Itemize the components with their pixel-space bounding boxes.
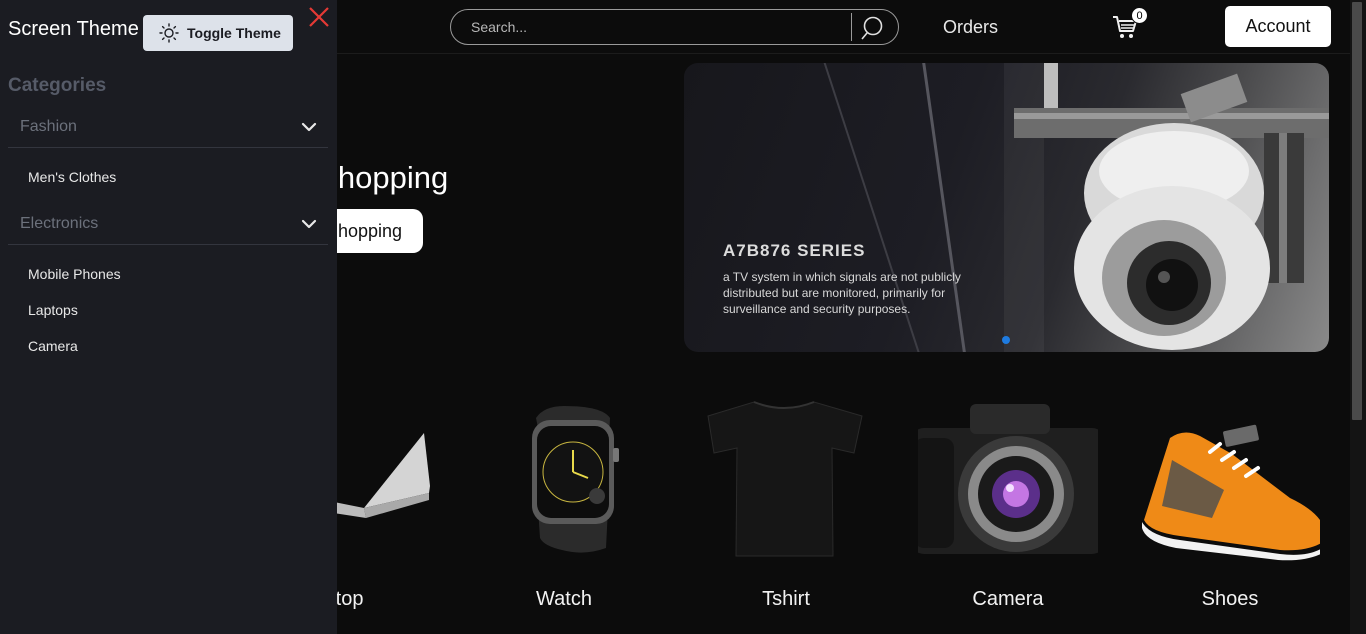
tshirt-image — [707, 401, 863, 557]
slide-title: A7B876 SERIES — [723, 241, 866, 260]
product-card-camera[interactable]: Camera — [910, 398, 1106, 611]
search-input[interactable] — [471, 10, 851, 44]
carousel-indicator-dot[interactable] — [1002, 336, 1010, 344]
category-group-label: Fashion — [20, 118, 77, 135]
page: Orders 0 Account t Shopping hopping — [0, 0, 1366, 634]
shoes-image — [1142, 424, 1328, 561]
cart-count-badge: 0 — [1131, 7, 1148, 24]
category-group-fashion[interactable]: Fashion — [8, 108, 328, 148]
chevron-down-icon[interactable] — [300, 120, 318, 134]
account-button[interactable]: Account — [1225, 6, 1331, 47]
sidebar-item-laptops[interactable]: Laptops — [28, 302, 78, 318]
product-card-watch[interactable]: Watch — [474, 398, 654, 611]
toggle-theme-label: Toggle Theme — [187, 25, 281, 41]
hero-carousel[interactable]: A7B876 SERIES a TV system in which signa… — [684, 63, 1329, 352]
product-card-shoes[interactable]: Shoes — [1140, 398, 1328, 611]
category-group-electronics[interactable]: Electronics — [8, 205, 328, 245]
product-card-tshirt[interactable]: Tshirt — [696, 398, 876, 611]
sidebar-title: Screen Theme — [8, 18, 139, 40]
sun-icon — [159, 23, 179, 43]
sidebar-drawer: Screen Theme Toggle Theme Categories Fas… — [0, 0, 337, 634]
chevron-down-icon[interactable] — [300, 217, 318, 231]
category-group-label: Electronics — [20, 215, 99, 232]
product-label: Tshirt — [762, 588, 810, 610]
sidebar-item-mobile-phones[interactable]: Mobile Phones — [28, 266, 121, 282]
product-label: Camera — [972, 588, 1044, 610]
product-label: Watch — [536, 588, 592, 610]
search-divider — [851, 13, 852, 41]
search-icon[interactable] — [860, 14, 888, 42]
page-scrollbar-thumb[interactable] — [1352, 2, 1362, 420]
sidebar-item-mens-clothes[interactable]: Men's Clothes — [28, 169, 116, 185]
watch-image — [532, 406, 619, 553]
slide-description: a TV system in which signals are not pub… — [723, 270, 961, 316]
security-camera-image — [1014, 63, 1329, 350]
categories-heading: Categories — [8, 75, 107, 96]
camera-image — [910, 404, 1106, 554]
toggle-theme-button[interactable]: Toggle Theme — [143, 15, 293, 51]
sidebar-item-camera[interactable]: Camera — [28, 338, 78, 354]
orders-link[interactable]: Orders — [943, 17, 998, 38]
close-icon[interactable] — [308, 6, 330, 28]
search-bar — [450, 9, 899, 45]
product-label: Shoes — [1201, 588, 1259, 610]
